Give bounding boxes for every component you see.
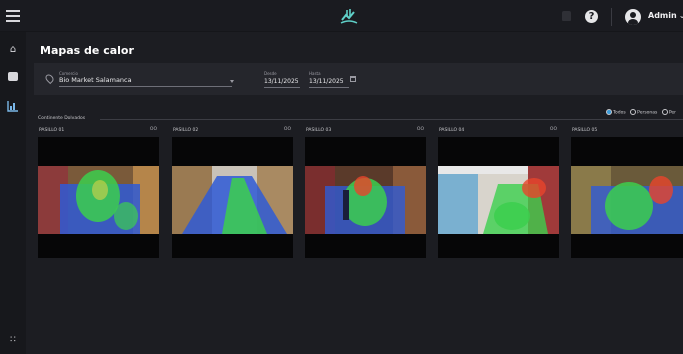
heatmap-image[interactable] xyxy=(172,166,293,234)
main-content: Mapas de calor Comercio Bio Market Salam… xyxy=(26,32,683,354)
caret-down-icon[interactable] xyxy=(230,80,234,83)
radio-todos[interactable]: Todos xyxy=(606,109,626,116)
camera-frame xyxy=(438,137,559,258)
camera-frame xyxy=(571,137,683,258)
radio-label: Personas xyxy=(637,110,658,116)
radio-personas[interactable]: Personas xyxy=(630,109,657,116)
camera-frame xyxy=(38,137,159,258)
camera-frame xyxy=(172,137,293,258)
camera-tile[interactable]: PASILLO 03 OO xyxy=(305,125,426,259)
camera-name: PASILLO 02 xyxy=(173,128,199,133)
store-underline xyxy=(59,86,232,87)
camera-flag: OO xyxy=(549,127,557,132)
radio-dot xyxy=(606,109,612,115)
section-label: Continente Dolvados xyxy=(38,116,86,121)
chevron-down-icon: ⌄ xyxy=(678,11,683,20)
from-label: Desde xyxy=(264,71,277,76)
app-window: ? Admin ⌄ ⌂ ∷ Mapas de calor Comercio Bio… xyxy=(0,0,683,354)
camera-name: PASILLO 05 xyxy=(572,128,598,133)
user-menu[interactable]: Admin ⌄ xyxy=(648,11,683,20)
camera-tile[interactable]: PASILLO 04 OO xyxy=(438,125,559,259)
from-date-input[interactable]: 13/11/2025 xyxy=(264,78,299,85)
calendar-icon[interactable] xyxy=(350,76,356,82)
radio-per[interactable]: Per xyxy=(661,109,676,116)
sidebar: ⌂ ∷ xyxy=(0,32,26,354)
camera-tile[interactable]: PASILLO 01 OO xyxy=(38,125,159,259)
bell-icon[interactable] xyxy=(562,11,571,21)
camera-name: PASILLO 04 xyxy=(439,128,465,133)
filter-bar: Comercio Bio Market Salamanca Desde 13/1… xyxy=(34,63,683,95)
camera-name: PASILLO 03 xyxy=(306,128,332,133)
radio-dot xyxy=(661,109,668,115)
camera-icon[interactable] xyxy=(8,72,18,81)
camera-frame xyxy=(305,137,426,258)
hamburger-icon[interactable] xyxy=(6,10,20,22)
bar-chart-icon[interactable] xyxy=(7,100,19,112)
help-icon[interactable]: ? xyxy=(585,10,598,23)
store-select[interactable]: Bio Market Salamanca xyxy=(59,76,132,84)
heatmap-image[interactable] xyxy=(305,166,426,234)
heatmap-image[interactable] xyxy=(438,166,559,234)
top-bar: ? Admin ⌄ xyxy=(0,0,683,32)
camera-flag: OO xyxy=(149,127,157,132)
radio-dot xyxy=(630,109,637,115)
section-divider xyxy=(100,119,683,120)
location-pin-icon xyxy=(43,72,56,85)
radio-label: Per xyxy=(668,110,676,116)
camera-tile[interactable]: PASILLO 02 OO xyxy=(172,125,293,259)
heatmap-image[interactable] xyxy=(571,166,683,234)
home-icon[interactable]: ⌂ xyxy=(7,44,19,56)
apps-grid-icon[interactable]: ∷ xyxy=(7,334,19,346)
to-date-input[interactable]: 13/11/2025 xyxy=(309,78,344,85)
to-underline xyxy=(309,87,349,88)
user-name: Admin xyxy=(648,11,677,20)
divider xyxy=(611,8,612,26)
camera-flag: OO xyxy=(283,127,291,132)
camera-tile[interactable]: PASILLO 05 xyxy=(571,125,683,259)
brand-logo-icon[interactable] xyxy=(338,6,360,26)
heatmap-image[interactable] xyxy=(38,166,159,234)
user-avatar-icon[interactable] xyxy=(625,9,641,25)
to-label: Hasta xyxy=(309,71,321,76)
from-underline xyxy=(264,87,300,88)
page-title: Mapas de calor xyxy=(40,44,134,57)
camera-flag: OO xyxy=(416,127,424,132)
camera-name: PASILLO 01 xyxy=(39,128,65,133)
radio-label: Todos xyxy=(613,110,626,116)
filter-radio-group: Todos Personas Per xyxy=(606,109,679,117)
